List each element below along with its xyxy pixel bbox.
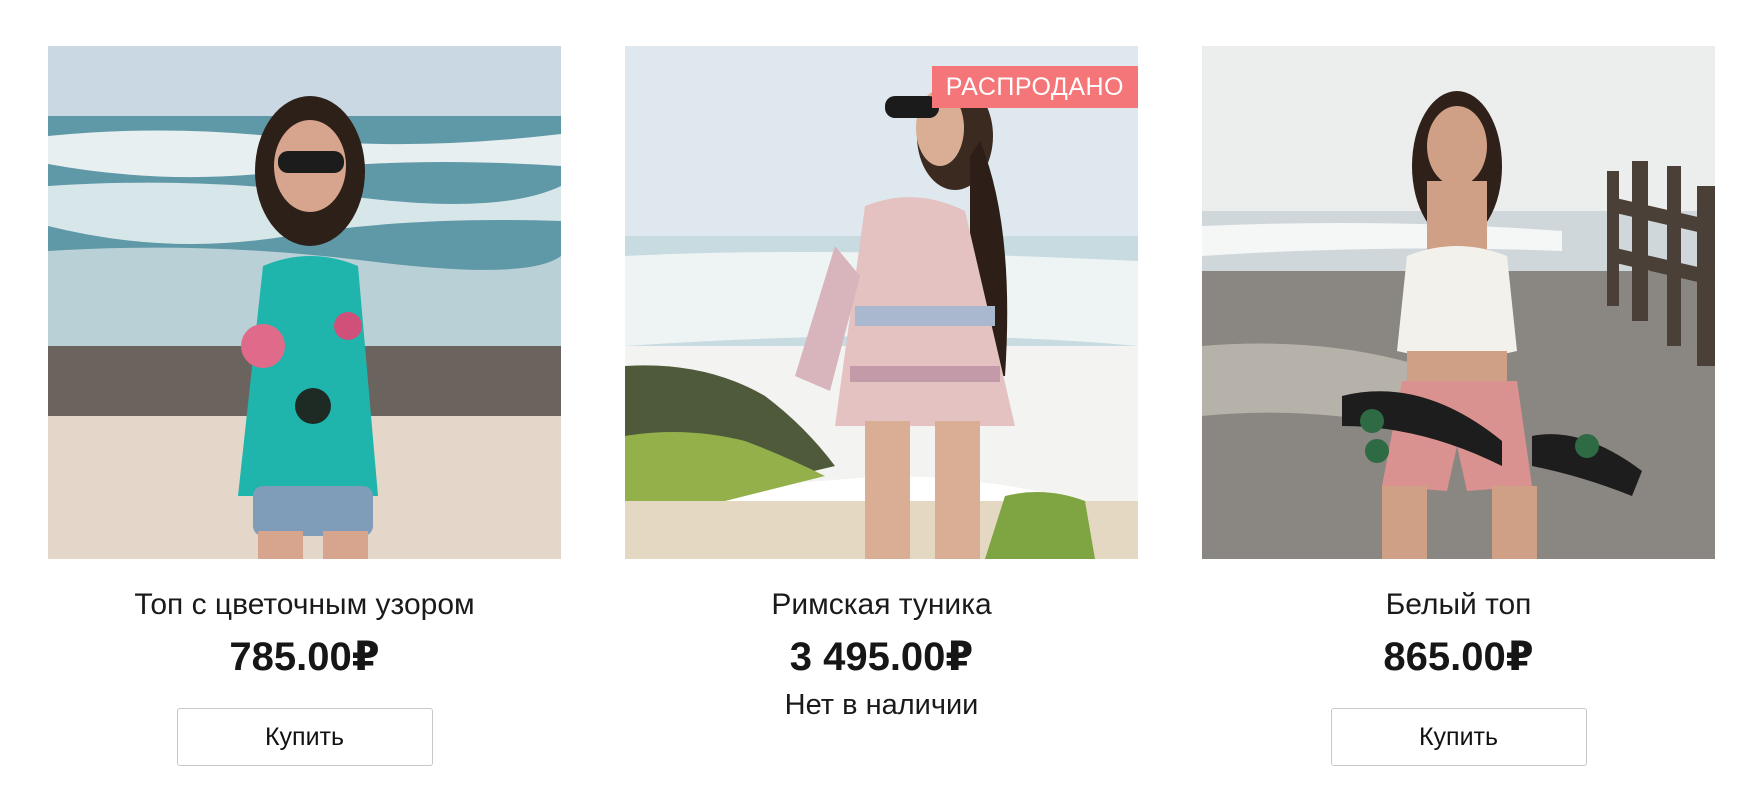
product-image[interactable]: [48, 46, 561, 559]
product-grid: Топ с цветочным узором 785.00₽ Купить РА…: [0, 0, 1760, 800]
buy-button[interactable]: Купить: [1330, 708, 1587, 766]
product-price: 865.00₽: [1383, 635, 1534, 679]
product-title[interactable]: Белый топ: [1202, 587, 1715, 623]
product-card: РАСПРОДАНО Римская туника 3 495.00₽ Нет …: [625, 46, 1138, 766]
product-card: Топ с цветочным узором 785.00₽ Купить: [48, 46, 561, 766]
product-image[interactable]: [1202, 46, 1715, 559]
product-title[interactable]: Топ с цветочным узором: [48, 587, 561, 623]
product-photo-floral-top: [48, 46, 561, 559]
product-card: Белый топ 865.00₽ Купить: [1202, 46, 1715, 766]
sold-out-badge: РАСПРОДАНО: [931, 66, 1138, 108]
product-photo-white-top: [1202, 46, 1715, 559]
product-price: 785.00₽: [229, 635, 380, 679]
product-photo-tunic: [625, 46, 1138, 559]
product-title[interactable]: Римская туника: [625, 587, 1138, 623]
buy-button[interactable]: Купить: [176, 708, 433, 766]
product-image[interactable]: РАСПРОДАНО: [625, 46, 1138, 559]
product-price: 3 495.00₽: [789, 635, 974, 679]
stock-status: Нет в наличии: [784, 689, 979, 721]
